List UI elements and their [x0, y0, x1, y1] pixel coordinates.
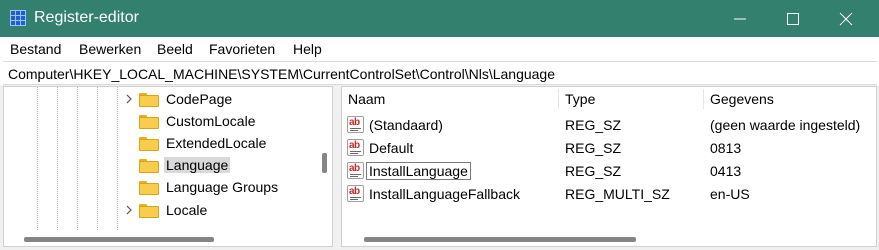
chevron-right-icon[interactable]: [125, 94, 133, 104]
tree-horizontal-scrollbar[interactable]: [4, 230, 316, 246]
value-type: REG_SZ: [565, 140, 622, 156]
minimize-icon: [734, 18, 746, 20]
column-header-type[interactable]: Type: [559, 87, 703, 111]
list-row[interactable]: ab InstallLanguage REG_SZ 0413: [342, 159, 876, 182]
tree-item-label: Locale: [166, 202, 208, 218]
folder-icon: [139, 204, 159, 218]
value-data: 0413: [710, 163, 742, 179]
column-header-gegevens[interactable]: Gegevens: [704, 87, 876, 111]
close-icon: [839, 12, 853, 26]
list-header: Naam Type Gegevens: [342, 87, 876, 111]
registry-app-icon: [10, 10, 26, 26]
tree-guide-line: [97, 87, 98, 232]
menu-beeld[interactable]: Beeld: [157, 41, 193, 57]
tree-item-locale[interactable]: Locale: [126, 200, 332, 222]
tree-horizontal-scroll-thumb[interactable]: [24, 237, 214, 242]
string-value-icon: ab: [347, 185, 364, 202]
tree-item-label: Language Groups: [166, 179, 279, 195]
menu-help[interactable]: Help: [293, 41, 322, 57]
folder-icon: [139, 93, 159, 107]
values-list-pane[interactable]: Naam Type Gegevens ab (Standaard) REG_SZ…: [341, 86, 877, 247]
value-data: (geen waarde ingesteld): [710, 117, 861, 133]
tree-guide-line: [77, 87, 78, 232]
chevron-right-icon[interactable]: [125, 205, 133, 215]
value-name: (Standaard): [369, 117, 443, 133]
list-horizontal-scroll-thumb[interactable]: [364, 237, 636, 242]
string-value-icon: ab: [347, 162, 364, 179]
value-data: 0813: [710, 140, 742, 156]
close-button[interactable]: [823, 0, 869, 37]
tree-item-label: CustomLocale: [166, 113, 256, 129]
value-type: REG_SZ: [565, 117, 622, 133]
menu-favorieten[interactable]: Favorieten: [209, 41, 275, 57]
address-path: Computer\HKEY_LOCAL_MACHINE\SYSTEM\Curre…: [8, 66, 556, 82]
tree-guide-line: [117, 87, 118, 232]
tree-vertical-scroll-thumb[interactable]: [322, 153, 327, 173]
maximize-button[interactable]: [770, 0, 816, 37]
maximize-icon: [787, 13, 799, 25]
folder-icon: [139, 137, 159, 151]
window-title: Register-editor: [34, 9, 139, 26]
tree-item-codepage[interactable]: CodePage: [126, 89, 332, 111]
value-name: InstallLanguage: [366, 162, 471, 180]
tree-item-customlocale[interactable]: CustomLocale: [132, 111, 332, 133]
value-name: Default: [369, 140, 414, 156]
tree-guide-line: [37, 87, 38, 232]
value-data: en-US: [710, 186, 750, 202]
title-bar[interactable]: Register-editor: [0, 0, 879, 37]
value-type: REG_SZ: [565, 163, 622, 179]
folder-icon: [139, 115, 159, 129]
value-type: REG_MULTI_SZ: [565, 186, 670, 202]
minimize-button[interactable]: [717, 0, 763, 37]
column-header-naam[interactable]: Naam: [342, 87, 558, 111]
tree-item-extendedlocale[interactable]: ExtendedLocale: [132, 133, 332, 155]
tree-guide-line: [57, 87, 58, 232]
string-value-icon: ab: [347, 139, 364, 156]
folder-icon: [139, 181, 159, 195]
tree-item-language[interactable]: Language: [132, 155, 332, 177]
tree-item-label: Language: [164, 157, 231, 173]
tree-pane[interactable]: CodePage CustomLocale ExtendedLocale Lan…: [3, 86, 333, 247]
menu-bestand[interactable]: Bestand: [10, 41, 61, 57]
folder-icon: [139, 159, 159, 173]
address-bar[interactable]: Computer\HKEY_LOCAL_MACHINE\SYSTEM\Curre…: [3, 61, 877, 85]
menu-bar: Bestand Bewerken Beeld Favorieten Help: [0, 37, 879, 61]
tree-item-language-groups[interactable]: Language Groups: [132, 177, 332, 199]
list-row[interactable]: ab (Standaard) REG_SZ (geen waarde inges…: [342, 113, 876, 136]
tree-item-label: CodePage: [166, 91, 233, 107]
tree-vertical-scrollbar[interactable]: [316, 87, 332, 230]
tree-item-label: ExtendedLocale: [166, 135, 267, 151]
list-horizontal-scrollbar[interactable]: [342, 230, 876, 246]
list-row[interactable]: ab InstallLanguageFallback REG_MULTI_SZ …: [342, 182, 876, 205]
string-value-icon: ab: [347, 116, 364, 133]
menu-bewerken[interactable]: Bewerken: [79, 41, 141, 57]
list-row[interactable]: ab Default REG_SZ 0813: [342, 136, 876, 159]
value-name: InstallLanguageFallback: [369, 186, 520, 202]
